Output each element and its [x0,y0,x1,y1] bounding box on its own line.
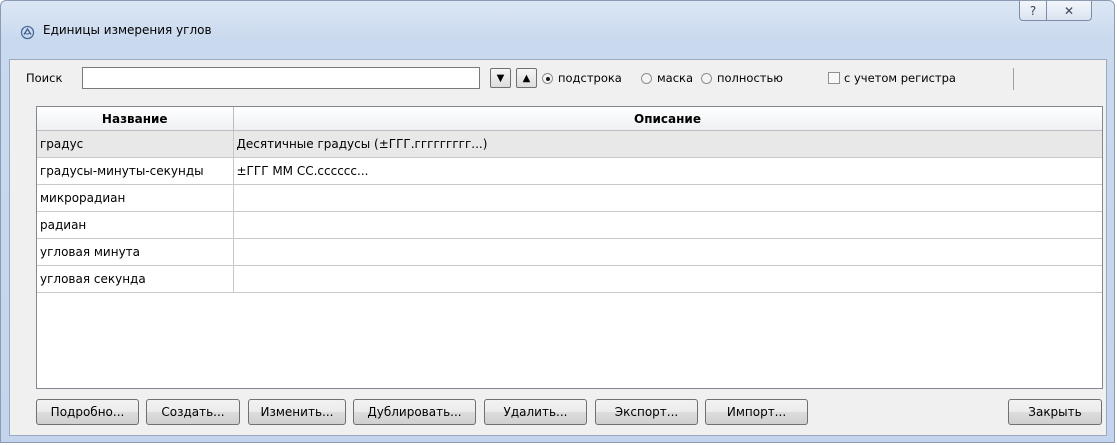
cell-name[interactable]: градус [37,130,234,158]
radio-substring[interactable] [542,73,553,84]
radio-mask[interactable] [641,73,652,84]
table-row[interactable]: радиан [37,211,1102,239]
radio-exact-label[interactable]: полностью [717,71,783,85]
edit-button[interactable]: Изменить... [248,399,346,425]
delete-button[interactable]: Удалить... [484,399,587,425]
case-sensitive-label[interactable]: с учетом регистра [844,71,956,85]
table-row[interactable]: микрорадиан [37,184,1102,212]
units-table[interactable]: Название Описание градус Десятичные град… [36,106,1103,389]
cell-name[interactable]: угловая секунда [37,265,234,293]
duplicate-button[interactable]: Дублировать... [353,399,476,425]
search-label: Поиск [26,71,63,85]
cell-name[interactable]: угловая минута [37,238,234,266]
case-sensitive-checkbox[interactable] [828,72,840,84]
create-button[interactable]: Создать... [146,399,240,425]
angle-unit-icon [20,25,35,40]
help-button[interactable]: ? [1019,1,1047,21]
title-bar[interactable]: Единицы измерения углов ? ✕ [1,1,1114,59]
table-row[interactable]: угловая секунда [37,265,1102,293]
cell-description[interactable] [233,184,1102,212]
radio-mask-label[interactable]: маска [657,71,693,85]
dialog-window: Единицы измерения углов ? ✕ Поиск ▼ ▲ по… [0,0,1115,443]
table-row[interactable]: градус Десятичные градусы (±ГГГ.гггггггг… [37,130,1102,158]
search-input[interactable] [82,67,480,89]
arrow-up-icon: ▲ [522,72,531,84]
cell-name[interactable]: микрорадиан [37,184,234,212]
cell-description[interactable] [233,238,1102,266]
close-icon: ✕ [1063,3,1075,18]
export-button[interactable]: Экспорт... [595,399,698,425]
import-button[interactable]: Импорт... [705,399,808,425]
cell-description[interactable]: Десятичные градусы (±ГГГ.ггггггггг...) [233,130,1102,158]
cell-name[interactable]: радиан [37,211,234,239]
search-next-button[interactable]: ▼ [490,68,511,88]
details-button[interactable]: Подробно... [36,399,139,425]
dialog-body: Поиск ▼ ▲ подстрока маска полностью с уч… [9,59,1107,436]
table-row[interactable]: угловая минута [37,238,1102,266]
column-header-name[interactable]: Название [37,107,234,131]
radio-exact[interactable] [701,73,712,84]
table-row[interactable]: градусы-минуты-секунды ±ГГГ ММ СС.сссссс… [37,157,1102,185]
arrow-down-icon: ▼ [496,72,505,84]
close-window-button[interactable]: ✕ [1046,1,1092,21]
close-button[interactable]: Закрыть [1008,399,1102,425]
column-header-description[interactable]: Описание [233,107,1102,131]
toolbar-separator [1013,68,1014,90]
help-icon: ? [1029,3,1037,18]
search-previous-button[interactable]: ▲ [516,68,537,88]
cell-description[interactable] [233,211,1102,239]
cell-name[interactable]: градусы-минуты-секунды [37,157,234,185]
search-toolbar: Поиск ▼ ▲ подстрока маска полностью с уч… [10,60,1106,96]
window-title: Единицы измерения углов [43,23,212,37]
table-header: Название Описание [37,107,1102,131]
cell-description[interactable] [233,265,1102,293]
radio-substring-label[interactable]: подстрока [558,71,622,85]
cell-description[interactable]: ±ГГГ ММ СС.сссссс... [233,157,1102,185]
